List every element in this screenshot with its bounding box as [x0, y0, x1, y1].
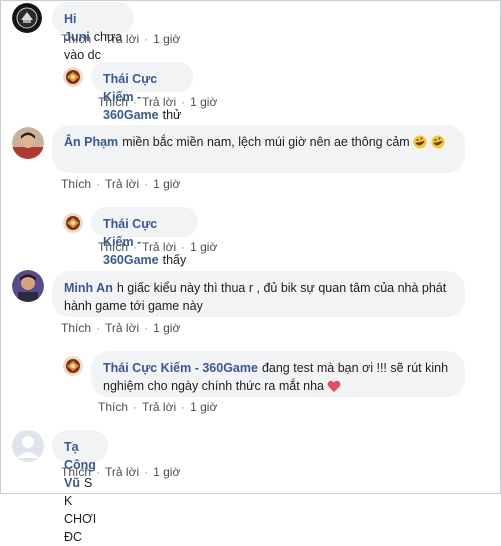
comment-actions: Thích · Trả lời · 1 giờ [98, 240, 217, 254]
comment-bubble: Minh An h giấc kiểu này thì thua r , đủ b… [52, 271, 465, 317]
comment-actions: Thích · Trả lời · 1 giờ [61, 321, 180, 335]
like-button[interactable]: Thích [98, 400, 128, 414]
comment-text: miền bắc miền nam, lệch múi giờ nên ae t… [122, 135, 410, 149]
avatar[interactable] [12, 270, 44, 302]
timestamp[interactable]: 1 giờ [153, 321, 180, 335]
like-button[interactable]: Thích [61, 465, 91, 479]
rofl-emoji [413, 135, 427, 154]
comment-actions: Thích · Trả lời · 1 giờ [98, 95, 217, 109]
avatar[interactable] [12, 3, 42, 33]
comment-actions: Thích · Trả lời · 1 giờ [61, 465, 180, 479]
reply-button[interactable]: Trả lời [142, 240, 176, 254]
reply-button[interactable]: Trả lời [105, 32, 139, 46]
timestamp[interactable]: 1 giờ [190, 400, 217, 414]
like-button[interactable]: Thích [61, 32, 91, 46]
author-name[interactable]: Ân Phạm [64, 135, 118, 149]
comment-text: h giấc kiểu này thì thua r , đủ bik sự q… [64, 281, 447, 313]
comment-actions: Thích · Trả lời · 1 giờ [98, 400, 217, 414]
reply-button[interactable]: Trả lời [142, 400, 176, 414]
comment-bubble: Tạ Công Vũ S K CHƠI ĐC [52, 430, 109, 544]
timestamp[interactable]: 1 giờ [190, 95, 217, 109]
comment-bubble: Thái Cực Kiếm - 360Gamethấy ghét, chọc h… [91, 207, 199, 303]
comment-actions: Thích · Trả lời · 1 giờ [61, 177, 180, 191]
like-button[interactable]: Thích [98, 95, 128, 109]
like-button[interactable]: Thích [61, 177, 91, 191]
reply-button[interactable]: Trả lời [105, 465, 139, 479]
separator: · [144, 465, 149, 479]
comment-bubble: Thái Cực Kiếm - 360Game đang test mà bạn … [91, 351, 465, 397]
like-button[interactable]: Thích [61, 321, 91, 335]
rofl-emoji [431, 135, 445, 154]
like-button[interactable]: Thích [98, 240, 128, 254]
comment-bubble: Ân Phạm miền bắc miền nam, lệch múi giờ n… [52, 125, 465, 173]
avatar[interactable] [12, 127, 44, 159]
avatar[interactable] [63, 213, 83, 233]
avatar[interactable] [63, 356, 83, 376]
separator: · [96, 321, 101, 335]
avatar[interactable] [12, 430, 44, 462]
reply-button[interactable]: Trả lời [105, 321, 139, 335]
separator: · [144, 32, 149, 46]
separator: · [181, 95, 186, 109]
reply-button[interactable]: Trả lời [142, 95, 176, 109]
separator: · [144, 177, 149, 191]
separator: · [181, 240, 186, 254]
author-name[interactable]: Minh An [64, 281, 113, 295]
separator: · [144, 321, 149, 335]
timestamp[interactable]: 1 giờ [153, 177, 180, 191]
avatar[interactable] [63, 67, 83, 87]
timestamp[interactable]: 1 giờ [153, 32, 180, 46]
heart-emoji [327, 380, 341, 398]
timestamp[interactable]: 1 giờ [190, 240, 217, 254]
reply-button[interactable]: Trả lời [105, 177, 139, 191]
separator: · [133, 400, 138, 414]
comment-bubble: Thái Cực Kiếm - 360Gamethử vào lại nào b… [91, 62, 194, 158]
author-name[interactable]: Thái Cực Kiếm - 360Game [103, 361, 258, 375]
separator: · [133, 95, 138, 109]
separator: · [133, 240, 138, 254]
separator: · [96, 465, 101, 479]
timestamp[interactable]: 1 giờ [153, 465, 180, 479]
comment-actions: Thích · Trả lời · 1 giờ [61, 32, 180, 46]
separator: · [181, 400, 186, 414]
comment-bubble: Hi Juni chưa vào dc [52, 2, 135, 62]
separator: · [96, 32, 101, 46]
separator: · [96, 177, 101, 191]
comment-thread: Hi Juni chưa vào dc Thích · Trả lời · 1 giờ T… [0, 0, 501, 544]
